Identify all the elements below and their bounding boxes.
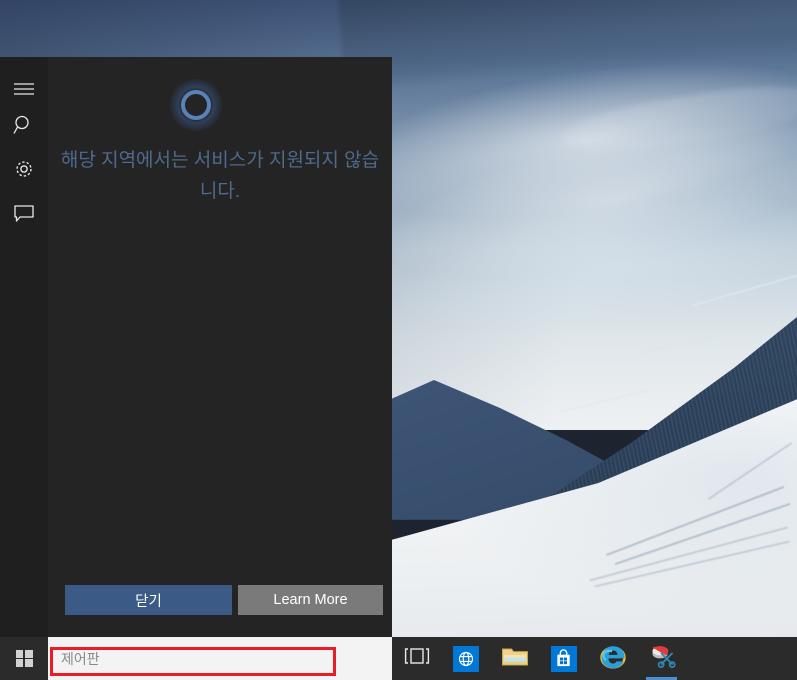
sidebar-item-feedback[interactable] [0, 193, 48, 233]
internet-explorer-icon [598, 643, 628, 675]
taskbar-app-icons [392, 637, 686, 680]
cortana-action-buttons: 닫기 Learn More [48, 585, 392, 615]
cortana-unsupported-message: 해당 지역에서는 서비스가 지원되지 않습니다. [60, 150, 380, 202]
sidebar-item-settings[interactable] [0, 149, 48, 189]
taskbar-item-task-view[interactable] [392, 637, 441, 680]
taskbar-item-snipping-tool[interactable] [637, 637, 686, 680]
sidebar-item-menu[interactable] [0, 69, 48, 109]
hamburger-menu-icon [13, 82, 35, 96]
start-button[interactable] [0, 637, 48, 680]
taskbar-search-box[interactable] [48, 637, 392, 680]
search-input[interactable] [61, 650, 361, 667]
cortana-ring-icon [170, 79, 222, 131]
taskbar [0, 637, 797, 680]
learn-more-button[interactable]: Learn More [238, 585, 383, 615]
folder-icon [501, 645, 529, 673]
taskbar-item-edge[interactable] [441, 637, 490, 680]
cortana-content: 해당 지역에서는 서비스가 지원되지 않습니다. 닫기 Learn More [48, 57, 392, 637]
windows-logo-icon [15, 650, 33, 667]
scissors-icon [647, 643, 677, 674]
cortana-sidebar-rail [0, 57, 48, 637]
edge-browser-icon [452, 645, 479, 672]
sidebar-item-search[interactable] [0, 105, 48, 145]
search-icon [13, 114, 35, 136]
taskbar-item-internet-explorer[interactable] [588, 637, 637, 680]
cortana-ring-circle [181, 90, 211, 120]
taskbar-item-microsoft-store[interactable] [539, 637, 588, 680]
taskbar-item-file-explorer[interactable] [490, 637, 539, 680]
store-bag-icon [550, 645, 577, 672]
close-button[interactable]: 닫기 [65, 585, 232, 615]
gear-icon [13, 158, 35, 180]
feedback-icon [13, 204, 35, 223]
task-view-icon [404, 647, 430, 670]
cortana-panel: 해당 지역에서는 서비스가 지원되지 않습니다. 닫기 Learn More [0, 57, 392, 637]
